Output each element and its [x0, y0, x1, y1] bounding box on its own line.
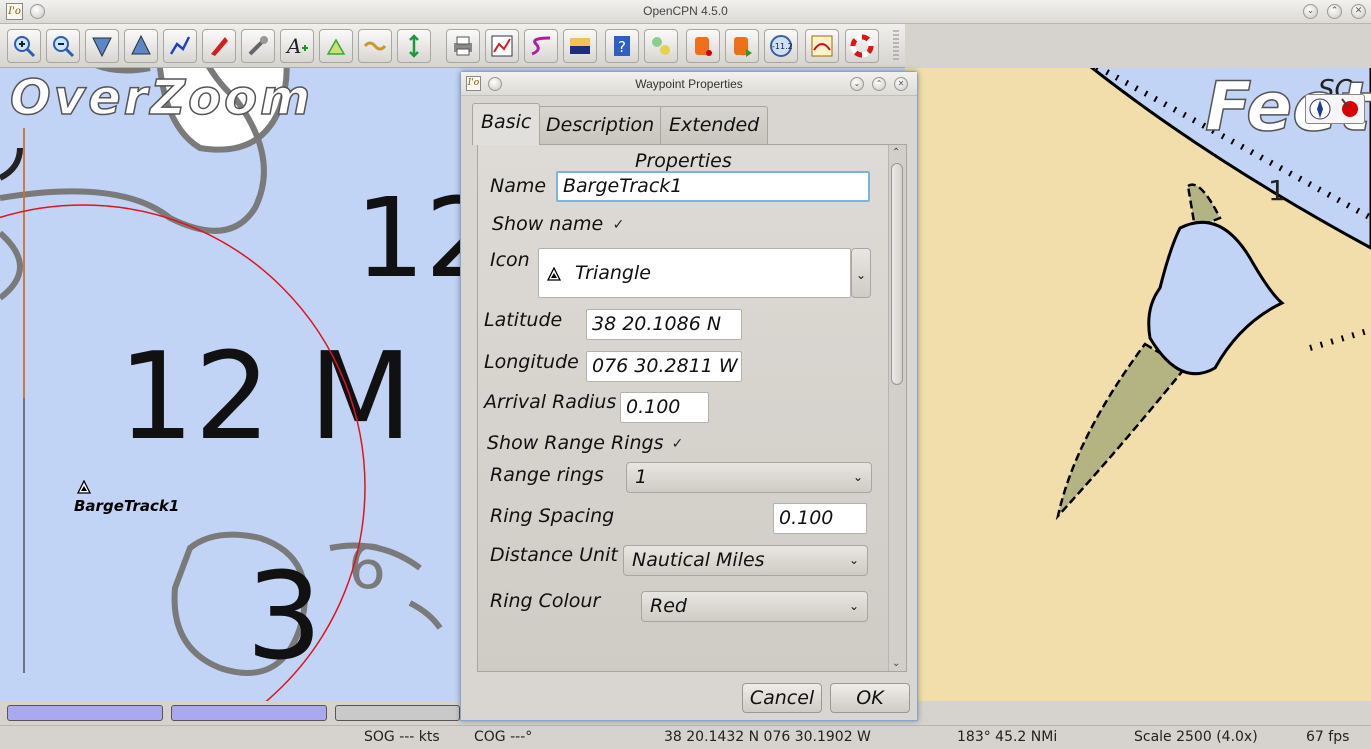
triangle-icon: [547, 267, 561, 281]
chart-quilt-icon[interactable]: [319, 29, 353, 63]
icon-select-value: Triangle: [575, 262, 651, 284]
main-window-titlebar: I'o OpenCPN 4.5.0 ⌄ ⌃ ✕: [0, 0, 1371, 24]
scrollbar-thumb[interactable]: [891, 163, 903, 385]
main-toolbar: A ? -11.2: [0, 24, 905, 68]
chart-piano-bar: [0, 701, 460, 725]
compass-widget[interactable]: [1305, 94, 1365, 124]
distance-unit-value: Nautical Miles: [632, 549, 765, 571]
tab-basic[interactable]: Basic: [472, 103, 541, 145]
ring-spacing-field[interactable]: 0.100: [773, 503, 867, 534]
scroll-down-icon[interactable]: ⌄: [892, 658, 900, 669]
record-icon[interactable]: [725, 29, 759, 63]
cog-readout: COG ---°: [474, 729, 533, 745]
color-scheme-icon[interactable]: [563, 29, 597, 63]
tab-extended[interactable]: Extended: [660, 106, 769, 144]
overzoom-label: OverZoom: [9, 69, 314, 127]
zoom-out-icon[interactable]: [46, 29, 80, 63]
route-icon[interactable]: [163, 29, 197, 63]
ring-colour-value: Red: [650, 595, 687, 617]
print-icon[interactable]: [446, 29, 480, 63]
ais-icon[interactable]: [644, 29, 678, 63]
show-name-checkbox[interactable]: ✓: [611, 218, 626, 233]
cursor-position: 38 20.1432 N 076 30.1902 W: [664, 729, 871, 745]
arrival-radius-field[interactable]: 0.100: [620, 392, 709, 423]
current-icon[interactable]: [397, 29, 431, 63]
icon-label: Icon: [490, 249, 530, 271]
autofollow-icon[interactable]: [805, 29, 839, 63]
mob-icon[interactable]: [686, 29, 720, 63]
sog-readout: SOG --- kts: [364, 729, 440, 745]
longitude-label: Longitude: [484, 351, 579, 373]
scroll-up-icon[interactable]: ⌃: [892, 147, 900, 158]
show-range-rings-label: Show Range Rings: [487, 432, 664, 454]
chevron-down-icon: ⌄: [848, 553, 859, 567]
piano-key-chart-2[interactable]: [171, 705, 327, 721]
icon-dropdown-button[interactable]: ⌄: [851, 248, 871, 298]
ring-spacing-label: Ring Spacing: [490, 505, 615, 527]
dialog-minimize-button[interactable]: ⌄: [850, 77, 864, 91]
compass-dial-icon[interactable]: -11.2: [764, 29, 798, 63]
window-title: OpenCPN 4.5.0: [643, 4, 728, 18]
zoom-in-icon[interactable]: [7, 29, 41, 63]
arrival-radius-label: Arrival Radius: [484, 391, 617, 413]
lifebuoy-icon[interactable]: [845, 29, 879, 63]
svg-text:-11.2: -11.2: [772, 42, 793, 51]
show-range-rings-checkbox[interactable]: ✓: [670, 437, 685, 452]
latitude-label: Latitude: [484, 309, 563, 331]
panel-scrollbar[interactable]: ⌃ ⌄: [888, 145, 906, 671]
basic-tab-panel: Properties Name BargeTrack1 Show name ✓ …: [477, 144, 907, 672]
waypoint-label[interactable]: BargeTrack1: [74, 497, 179, 515]
close-button[interactable]: ✕: [1351, 4, 1366, 19]
chevron-down-icon: ⌄: [852, 470, 863, 484]
dialog-titlebar[interactable]: I'o Waypoint Properties ⌄ ⌃ ✕: [461, 72, 917, 96]
tab-description[interactable]: Description: [537, 106, 664, 144]
route-manager-icon[interactable]: [485, 29, 519, 63]
range-rings-label: Range rings: [490, 464, 604, 486]
toolbar-grip[interactable]: [893, 30, 899, 62]
text-icon[interactable]: A: [280, 29, 314, 63]
svg-text:A: A: [285, 34, 301, 58]
distance-unit-label: Distance Unit: [490, 544, 618, 566]
longitude-field[interactable]: 076 30.2811 W: [586, 351, 742, 382]
chevron-down-icon: ⌄: [848, 599, 859, 613]
name-label: Name: [490, 175, 547, 197]
ok-button[interactable]: OK: [830, 683, 910, 713]
bearing-distance: 183° 45.2 NMi: [957, 729, 1058, 745]
settings-wrench-icon[interactable]: [241, 29, 275, 63]
scale-up-icon[interactable]: [124, 29, 158, 63]
ship-icon[interactable]: [202, 29, 236, 63]
cancel-button[interactable]: Cancel: [742, 683, 822, 713]
latitude-field[interactable]: 38 20.1086 N: [586, 309, 742, 340]
scale-readout: Scale 2500 (4.0x): [1134, 729, 1258, 745]
maximize-button[interactable]: ⌃: [1327, 4, 1342, 19]
fps-readout: 67 fps: [1306, 729, 1350, 745]
scale-down-icon[interactable]: [85, 29, 119, 63]
dialog-title: Waypoint Properties: [635, 77, 743, 91]
waypoint-triangle-icon[interactable]: [77, 480, 91, 494]
range-rings-select[interactable]: 1 ⌄: [626, 462, 872, 493]
properties-heading: Properties: [635, 150, 732, 172]
range-rings-value: 1: [635, 466, 648, 488]
status-bar: SOG --- kts COG ---° 38 20.1432 N 076 30…: [0, 725, 1371, 749]
dialog-maximize-button[interactable]: ⌃: [872, 77, 886, 91]
show-name-label: Show name: [492, 213, 604, 235]
svg-text:12 M: 12 M: [118, 328, 412, 467]
svg-text:3: 3: [246, 548, 322, 687]
dialog-close-button[interactable]: ✕: [894, 77, 908, 91]
icon-select[interactable]: Triangle: [538, 248, 851, 298]
minimize-button[interactable]: ⌄: [1303, 4, 1318, 19]
ring-colour-select[interactable]: Red ⌄: [641, 591, 868, 622]
piano-key-chart-1[interactable]: [7, 705, 163, 721]
ring-colour-label: Ring Colour: [490, 590, 601, 612]
svg-text:?: ?: [618, 38, 626, 56]
piano-key-chart-3[interactable]: [335, 705, 460, 721]
help-icon[interactable]: ?: [605, 29, 639, 63]
waypoint-properties-dialog: I'o Waypoint Properties ⌄ ⌃ ✕ Basic Desc…: [460, 71, 918, 721]
name-field[interactable]: BargeTrack1: [556, 171, 870, 202]
svg-text:1: 1: [1268, 174, 1286, 207]
track-icon[interactable]: [524, 29, 558, 63]
tide-icon[interactable]: [358, 29, 392, 63]
distance-unit-select[interactable]: Nautical Miles ⌄: [623, 545, 868, 576]
